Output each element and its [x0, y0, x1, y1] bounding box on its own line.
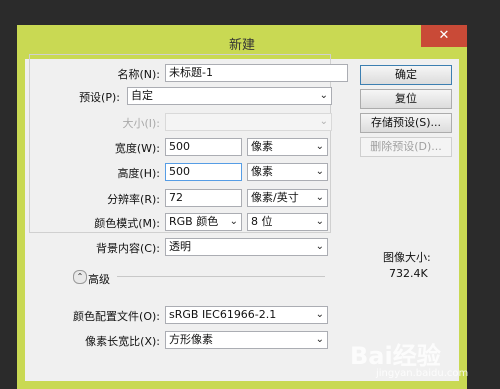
preset-value: 自定 [131, 89, 153, 102]
ok-button[interactable]: 确定 [360, 65, 452, 85]
color-profile-value: sRGB IEC61966-2.1 [169, 308, 277, 321]
bit-depth-select[interactable]: 8 位 ⌄ [247, 213, 328, 231]
height-unit: 像素 [251, 165, 273, 178]
color-mode-select[interactable]: RGB 颜色 ⌄ [165, 213, 242, 231]
dialog-title: 新建 [228, 38, 255, 53]
pixel-aspect-value: 方形像素 [169, 333, 213, 346]
height-unit-select[interactable]: 像素 ⌄ [247, 163, 328, 181]
color-profile-select[interactable]: sRGB IEC61966-2.1 ⌄ [165, 306, 328, 324]
color-mode-value: RGB 颜色 [169, 215, 219, 228]
size-select[interactable]: ⌄ [165, 113, 332, 131]
width-label: 宽度(W): [114, 142, 160, 155]
width-value: 500 [169, 140, 190, 153]
watermark-logo: Bai经验 [350, 342, 441, 370]
height-input[interactable]: 500 [165, 163, 242, 181]
height-value: 500 [169, 165, 190, 178]
chevron-down-icon: ⌄ [315, 241, 324, 252]
expand-advanced-icon[interactable]: ⌃ [73, 270, 87, 284]
chevron-down-icon: ⌄ [319, 90, 328, 101]
image-size-label: 图像大小: [383, 251, 431, 264]
resolution-unit-select[interactable]: 像素/英寸 ⌄ [247, 189, 328, 207]
pixel-aspect-label: 像素长宽比(X): [85, 335, 160, 348]
resolution-label: 分辨率(R): [107, 193, 160, 206]
watermark-url: jingyan.baidu.com [376, 368, 469, 379]
chevron-down-icon: ⌄ [229, 216, 238, 227]
chevron-down-icon: ⌄ [315, 334, 324, 345]
width-input[interactable]: 500 [165, 138, 242, 156]
image-size-value: 732.4K [389, 267, 428, 280]
background-label: 背景内容(C): [96, 242, 160, 255]
color-mode-label: 颜色模式(M): [94, 217, 160, 230]
preset-select[interactable]: 自定 ⌄ [127, 87, 332, 105]
save-preset-button[interactable]: 存储预设(S)... [360, 113, 452, 133]
name-input[interactable]: 未标题-1 [165, 64, 348, 82]
background-value: 透明 [169, 240, 191, 253]
resolution-value: 72 [169, 191, 183, 204]
resolution-input[interactable]: 72 [165, 189, 242, 207]
preset-label: 预设(P): [79, 91, 120, 104]
reset-button[interactable]: 复位 [360, 89, 452, 109]
width-unit-select[interactable]: 像素 ⌄ [247, 138, 328, 156]
width-unit: 像素 [251, 140, 273, 153]
pixel-aspect-select[interactable]: 方形像素 ⌄ [165, 331, 328, 349]
delete-preset-button[interactable]: 删除预设(D)... [360, 137, 452, 157]
close-icon[interactable]: ✕ [421, 25, 467, 47]
chevron-down-icon: ⌄ [315, 166, 324, 177]
advanced-divider [117, 276, 325, 277]
name-label: 名称(N): [117, 68, 160, 81]
chevron-down-icon: ⌄ [315, 309, 324, 320]
chevron-down-icon: ⌄ [315, 216, 324, 227]
resolution-unit: 像素/英寸 [251, 191, 299, 204]
background-select[interactable]: 透明 ⌄ [165, 238, 328, 256]
name-value: 未标题-1 [169, 66, 213, 79]
advanced-label: 高级 [88, 273, 110, 286]
color-profile-label: 颜色配置文件(O): [73, 310, 160, 323]
chevron-down-icon: ⌄ [315, 192, 324, 203]
size-label: 大小(I): [122, 117, 160, 130]
chevron-down-icon: ⌄ [319, 116, 328, 127]
chevron-down-icon: ⌄ [315, 141, 324, 152]
bit-depth-value: 8 位 [251, 215, 273, 228]
height-label: 高度(H): [117, 167, 160, 180]
